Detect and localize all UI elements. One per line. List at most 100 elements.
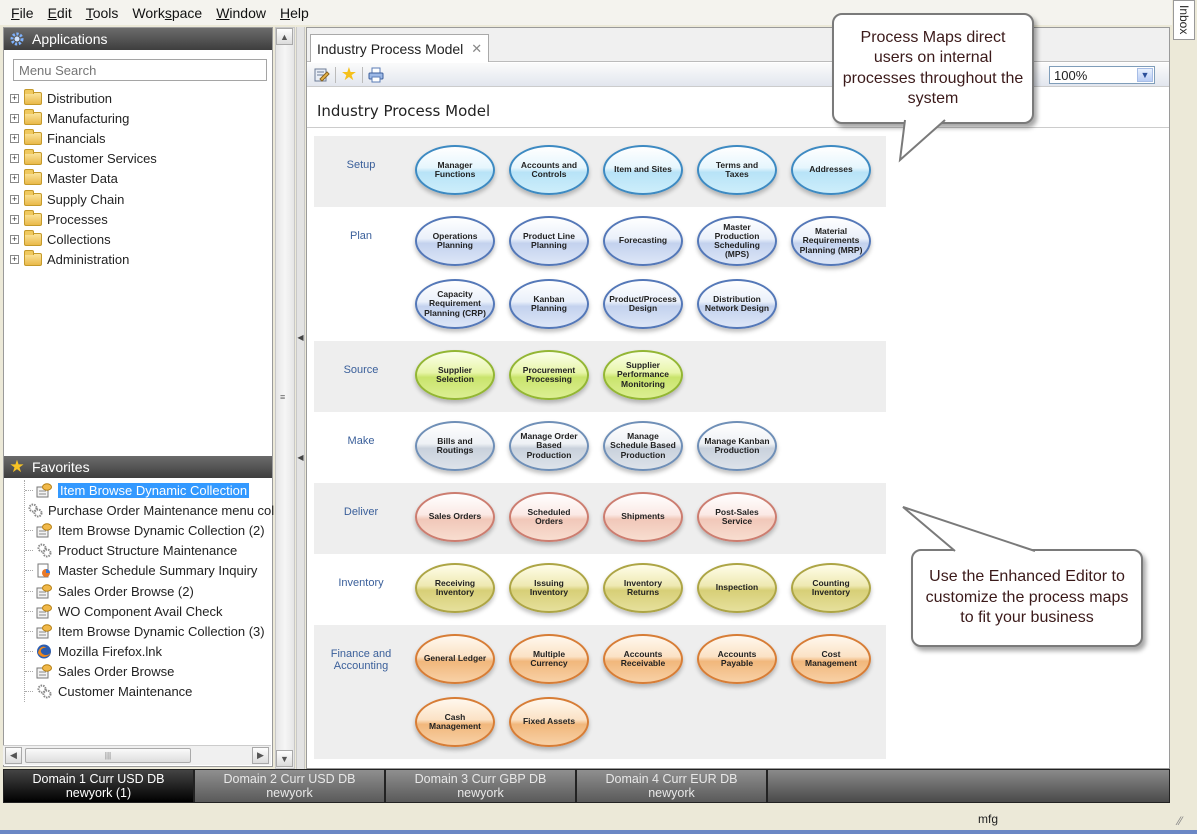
process-node[interactable]: Cash Management	[415, 697, 495, 747]
pane-splitter[interactable]: ◀ ◀	[296, 27, 305, 769]
scroll-up-button[interactable]: ▲	[276, 28, 293, 45]
tree-item-supply-chain[interactable]: + Supply Chain	[10, 189, 270, 209]
process-node[interactable]: Accounts Receivable	[603, 634, 683, 684]
process-node[interactable]: Addresses	[791, 145, 871, 195]
expand-icon[interactable]: +	[10, 174, 19, 184]
process-node[interactable]: Capacity Requirement Planning (CRP)	[415, 279, 495, 329]
process-node[interactable]: Fixed Assets	[509, 697, 589, 747]
menu-edit[interactable]: Edit	[41, 5, 79, 21]
expand-icon[interactable]: +	[10, 133, 19, 143]
process-node[interactable]: Operations Planning	[415, 216, 495, 266]
process-node[interactable]: Master Production Scheduling (MPS)	[697, 216, 777, 266]
scroll-left-button[interactable]: ◀	[5, 747, 22, 764]
expand-icon[interactable]: +	[10, 255, 19, 265]
tree-item-customer-services[interactable]: + Customer Services	[10, 149, 270, 169]
process-node[interactable]: Scheduled Orders	[509, 492, 589, 542]
process-node[interactable]: Procurement Processing	[509, 350, 589, 400]
process-row-label: Finance and Accounting	[330, 648, 392, 672]
process-node[interactable]: Multiple Currency	[509, 634, 589, 684]
resize-grip-icon[interactable]: ⁄⁄	[1178, 814, 1182, 828]
tree-item-administration[interactable]: + Administration	[10, 250, 270, 270]
favorite-item[interactable]: Customer Maintenance	[25, 682, 274, 702]
process-node[interactable]: Product Line Planning	[509, 216, 589, 266]
domain-tab-2[interactable]: Domain 2 Curr USD DB newyork	[195, 770, 386, 802]
favorite-item[interactable]: Mozilla Firefox.lnk	[25, 642, 274, 662]
tree-item-distribution[interactable]: + Distribution	[10, 88, 270, 108]
left-horizontal-scrollbar[interactable]: ◀ ||| ▶	[3, 745, 271, 765]
expand-icon[interactable]: +	[10, 93, 19, 103]
domain-tab-3[interactable]: Domain 3 Curr GBP DB newyork	[386, 770, 577, 802]
process-node[interactable]: Terms and Taxes	[697, 145, 777, 195]
applications-header[interactable]: Applications	[4, 28, 272, 50]
expand-icon[interactable]: +	[10, 194, 19, 204]
tab-industry-process-model[interactable]: Industry Process Model ✕	[310, 34, 490, 62]
menu-search-input[interactable]	[13, 59, 267, 81]
favorite-item[interactable]: Item Browse Dynamic Collection	[25, 480, 274, 500]
process-node[interactable]: Manage Kanban Production	[697, 421, 777, 471]
favorite-item[interactable]: Product Structure Maintenance	[25, 541, 274, 561]
expand-icon[interactable]: +	[10, 113, 19, 123]
process-node[interactable]: Cost Management	[791, 634, 871, 684]
process-node[interactable]: Bills and Routings	[415, 421, 495, 471]
horizontal-scroll-thumb[interactable]: |||	[25, 748, 191, 763]
scroll-down-button[interactable]: ▼	[276, 750, 293, 767]
process-node[interactable]: Shipments	[603, 492, 683, 542]
tree-item-processes[interactable]: + Processes	[10, 209, 270, 229]
process-node[interactable]: Material Requirements Planning (MRP)	[791, 216, 871, 266]
domain-tab-1[interactable]: Domain 1 Curr USD DB newyork (1)	[4, 770, 195, 802]
process-node[interactable]: Kanban Planning	[509, 279, 589, 329]
favorite-item[interactable]: Item Browse Dynamic Collection (3)	[25, 621, 274, 641]
tree-item-financials[interactable]: + Financials	[10, 128, 270, 148]
expand-icon[interactable]: +	[10, 154, 19, 164]
expand-icon[interactable]: +	[10, 214, 19, 224]
process-node[interactable]: Item and Sites	[603, 145, 683, 195]
favorite-item[interactable]: Item Browse Dynamic Collection (2)	[25, 520, 274, 540]
left-vertical-scrollbar[interactable]: ▲ ≡ ▼	[275, 27, 295, 769]
close-icon[interactable]: ✕	[471, 41, 482, 57]
process-node[interactable]: Inspection	[697, 563, 777, 613]
process-node[interactable]: Post-Sales Service	[697, 492, 777, 542]
collapse-arrow-icon[interactable]: ◀	[297, 453, 304, 462]
process-node[interactable]: Accounts Payable	[697, 634, 777, 684]
favorite-star-icon[interactable]: ★	[339, 64, 359, 84]
process-node[interactable]: General Ledger	[415, 634, 495, 684]
process-node[interactable]: Issuing Inventory	[509, 563, 589, 613]
process-node[interactable]: Manage Order Based Production	[509, 421, 589, 471]
process-node[interactable]: Supplier Selection	[415, 350, 495, 400]
menu-tools[interactable]: Tools	[79, 5, 126, 21]
process-node[interactable]: Accounts and Controls	[509, 145, 589, 195]
process-node[interactable]: Product/Process Design	[603, 279, 683, 329]
process-node[interactable]: Manage Schedule Based Production	[603, 421, 683, 471]
vertical-scroll-grip[interactable]: ≡	[280, 392, 285, 402]
zoom-select[interactable]: 100% ▼	[1049, 66, 1155, 84]
edit-icon[interactable]	[312, 66, 332, 84]
expand-icon[interactable]: +	[10, 234, 19, 244]
favorite-item[interactable]: Purchase Order Maintenance menu coll	[25, 500, 274, 520]
process-node[interactable]: Receiving Inventory	[415, 563, 495, 613]
collapse-arrow-icon[interactable]: ◀	[297, 333, 304, 342]
tree-item-manufacturing[interactable]: + Manufacturing	[10, 108, 270, 128]
favorites-header[interactable]: ★ Favorites	[4, 456, 272, 478]
scroll-right-button[interactable]: ▶	[252, 747, 269, 764]
tree-item-master-data[interactable]: + Master Data	[10, 169, 270, 189]
process-node[interactable]: Manager Functions	[415, 145, 495, 195]
menu-window[interactable]: Window	[209, 5, 273, 21]
favorite-item[interactable]: WO Component Avail Check	[25, 601, 274, 621]
print-icon[interactable]	[366, 66, 386, 84]
favorite-item[interactable]: Sales Order Browse	[25, 662, 274, 682]
inbox-tab[interactable]: Inbox	[1173, 0, 1195, 40]
favorite-item[interactable]: Master Schedule Summary Inquiry	[25, 561, 274, 581]
favorite-item[interactable]: Sales Order Browse (2)	[25, 581, 274, 601]
process-node[interactable]: Forecasting	[603, 216, 683, 266]
chevron-down-icon[interactable]: ▼	[1137, 68, 1153, 82]
menu-help[interactable]: Help	[273, 5, 316, 21]
process-node[interactable]: Sales Orders	[415, 492, 495, 542]
process-node[interactable]: Distribution Network Design	[697, 279, 777, 329]
domain-tab-4[interactable]: Domain 4 Curr EUR DB newyork	[577, 770, 768, 802]
menu-workspace[interactable]: Workspace	[125, 5, 209, 21]
menu-file[interactable]: File	[4, 5, 41, 21]
process-node[interactable]: Inventory Returns	[603, 563, 683, 613]
process-node[interactable]: Counting Inventory	[791, 563, 871, 613]
tree-item-collections[interactable]: + Collections	[10, 229, 270, 249]
process-node[interactable]: Supplier Performance Monitoring	[603, 350, 683, 400]
